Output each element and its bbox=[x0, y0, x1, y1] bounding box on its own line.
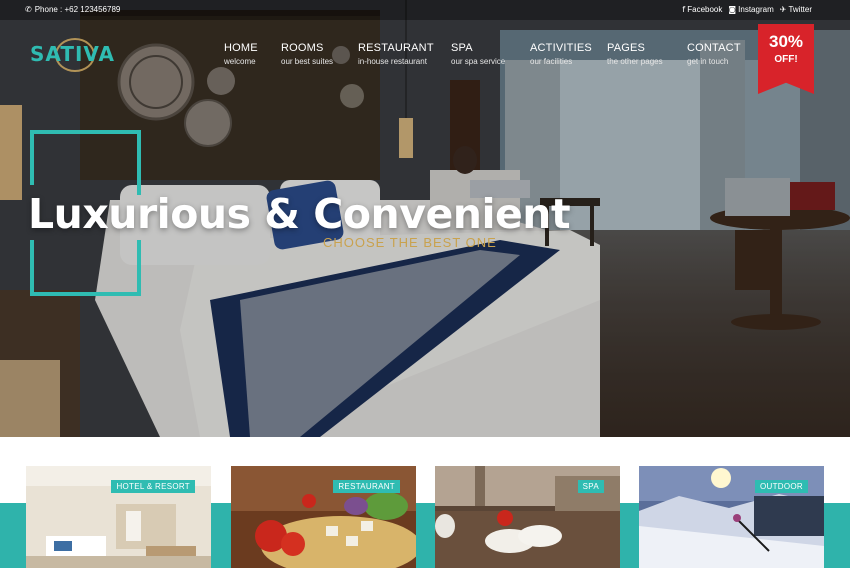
nav-item-sublabel: welcome bbox=[224, 57, 256, 66]
headline-frame-bottom bbox=[30, 292, 140, 296]
nav-item-spa[interactable]: SPA our spa service bbox=[451, 42, 505, 66]
twitter-link[interactable]: ✈ Twitter bbox=[780, 0, 812, 20]
phone-number: Phone : +62 123456789 bbox=[34, 5, 121, 14]
headline-frame-left-top bbox=[30, 130, 34, 185]
headline-frame-right bbox=[137, 130, 141, 195]
nav-item-pages[interactable]: PAGES the other pages bbox=[607, 42, 663, 66]
social-links: f Facebook ◙ Instagram ✈ Twitter bbox=[682, 0, 812, 20]
nav-item-label: RESTAURANT bbox=[358, 42, 434, 54]
nav-item-sublabel: our facilities bbox=[530, 57, 573, 66]
nav-item-label: ACTIVITIES bbox=[530, 42, 592, 54]
headline-frame-left-bottom bbox=[30, 240, 34, 296]
nav-item-label: CONTACT bbox=[687, 42, 741, 54]
facebook-link[interactable]: f Facebook bbox=[682, 0, 722, 20]
twitter-label: Twitter bbox=[788, 5, 812, 14]
instagram-link[interactable]: ◙ Instagram bbox=[728, 0, 773, 20]
site-logo[interactable]: SATIVA bbox=[30, 38, 120, 78]
card-outdoor[interactable]: OUTDOOR bbox=[639, 466, 824, 568]
nav-item-rooms[interactable]: ROOMS our best suites bbox=[281, 42, 333, 66]
nav-item-contact[interactable]: CONTACT get in touch bbox=[687, 42, 741, 66]
card-tag: SPA bbox=[577, 480, 604, 493]
card-restaurant[interactable]: RESTAURANT bbox=[231, 466, 416, 568]
nav-item-activities[interactable]: ACTIVITIES our facilities bbox=[530, 42, 592, 66]
headline-frame-top bbox=[30, 130, 140, 134]
phone-info: ✆ Phone : +62 123456789 bbox=[25, 0, 120, 20]
facebook-label: Facebook bbox=[687, 5, 723, 14]
discount-off-label: OFF! bbox=[774, 54, 798, 65]
headline-frame-right-bottom bbox=[137, 240, 141, 296]
nav-item-home[interactable]: HOME welcome bbox=[224, 42, 258, 66]
instagram-icon: ◙ bbox=[728, 5, 737, 14]
card-tag: HOTEL & RESORT bbox=[111, 480, 195, 493]
discount-percent: 30% bbox=[768, 32, 804, 51]
nav-item-label: SPA bbox=[451, 42, 473, 54]
card-tag: OUTDOOR bbox=[755, 480, 808, 493]
hero-tagline: CHOOSE THE BEST ONE bbox=[323, 235, 497, 250]
nav-item-sublabel: the other pages bbox=[607, 57, 663, 66]
nav-item-sublabel: get in touch bbox=[687, 57, 729, 66]
nav-item-label: ROOMS bbox=[281, 42, 324, 54]
phone-icon: ✆ bbox=[25, 5, 32, 14]
nav-item-sublabel: in-house restaurant bbox=[358, 57, 427, 66]
card-spa[interactable]: SPA bbox=[435, 466, 620, 568]
card-tag: RESTAURANT bbox=[333, 480, 400, 493]
nav-item-sublabel: our spa service bbox=[451, 57, 506, 66]
nav-item-label: PAGES bbox=[607, 42, 646, 54]
hero-headline: Luxurious & Convenient bbox=[28, 190, 571, 238]
nav-item-label: HOME bbox=[224, 42, 258, 54]
top-bar: ✆ Phone : +62 123456789 f Facebook ◙ Ins… bbox=[0, 0, 850, 20]
nav-item-sublabel: our best suites bbox=[281, 57, 334, 66]
card-hotel-resort[interactable]: HOTEL & RESORT bbox=[26, 466, 211, 568]
twitter-icon: ✈ bbox=[779, 5, 787, 14]
facebook-icon: f bbox=[682, 5, 686, 14]
nav-item-restaurant[interactable]: RESTAURANT in-house restaurant bbox=[358, 42, 434, 66]
logo-text: SATIVA bbox=[30, 42, 116, 66]
instagram-label: Instagram bbox=[738, 5, 774, 14]
